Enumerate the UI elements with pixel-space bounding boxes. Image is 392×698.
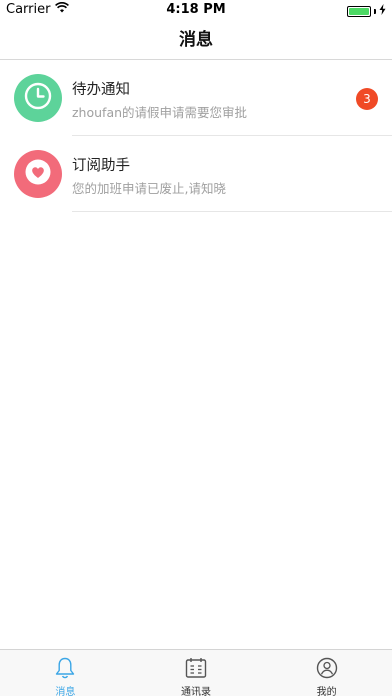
tab-bar: 消息 通讯录 我的	[0, 649, 392, 698]
message-preview: zhoufan的请假申请需要您审批	[72, 105, 248, 120]
contacts-icon	[184, 656, 208, 680]
user-icon	[315, 656, 339, 680]
message-preview: 您的加班申请已废止,请知晓	[72, 181, 226, 196]
page-title: 消息	[179, 30, 213, 50]
status-right	[347, 4, 386, 19]
bell-icon	[53, 656, 77, 680]
tab-contacts[interactable]: 通讯录	[131, 650, 262, 698]
clock-icon	[23, 81, 53, 115]
battery-fill	[349, 8, 369, 15]
message-item-subscription[interactable]: 订阅助手 您的加班申请已废止,请知晓	[0, 136, 392, 212]
navigation-bar: 消息	[0, 20, 392, 60]
status-time: 4:18 PM	[166, 2, 226, 17]
battery-tip	[374, 9, 376, 14]
charging-bolt-icon	[379, 4, 386, 19]
status-bar: Carrier 4:18 PM	[0, 0, 392, 20]
message-title: 订阅助手	[72, 158, 130, 174]
unread-badge: 3	[356, 88, 378, 110]
todo-avatar	[14, 74, 62, 122]
battery-icon	[347, 6, 371, 17]
message-list: 待办通知 zhoufan的请假申请需要您审批 3 订阅助手 您的加班申请已废止,…	[0, 60, 392, 212]
tab-messages[interactable]: 消息	[0, 650, 131, 698]
tab-profile[interactable]: 我的	[261, 650, 392, 698]
subscription-avatar	[14, 150, 62, 198]
divider	[72, 211, 392, 212]
message-title: 待办通知	[72, 82, 130, 98]
message-item-todo[interactable]: 待办通知 zhoufan的请假申请需要您审批 3	[0, 60, 392, 136]
heart-icon	[23, 157, 53, 191]
